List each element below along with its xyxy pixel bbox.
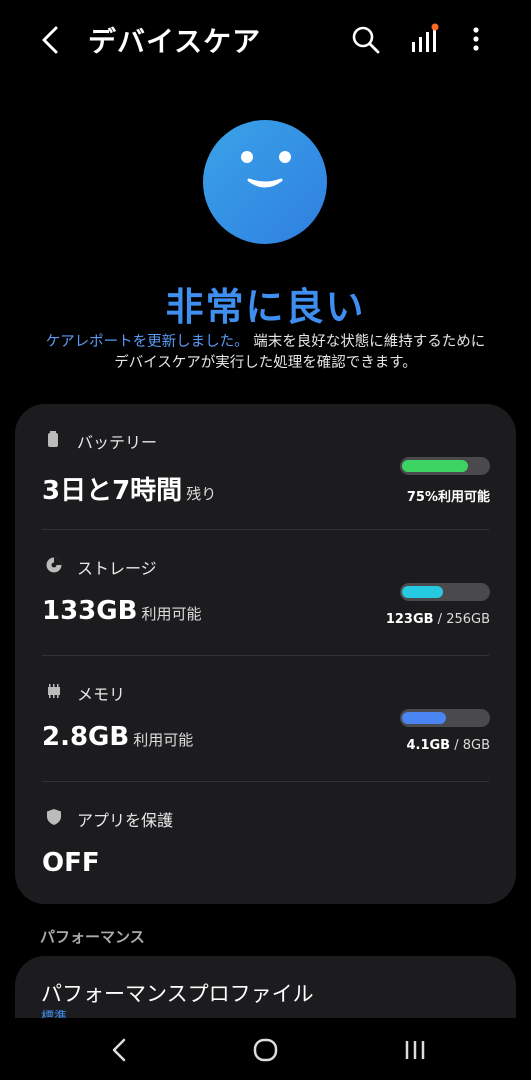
battery-icon (48, 431, 58, 447)
storage-value: 133GB 利用可能 (42, 596, 201, 626)
memory-label: メモリ (77, 685, 126, 704)
memory-unit: 利用可能 (133, 731, 194, 749)
page-title: デバイスケア (88, 25, 262, 58)
storage-bar (400, 583, 490, 601)
storage-label: ストレージ (77, 559, 157, 578)
app-protection-label: アプリを保護 (77, 811, 174, 830)
battery-caption-text: 75%利用可能 (406, 490, 490, 505)
memory-bar-fill (402, 712, 446, 724)
back-arrow-icon[interactable] (36, 22, 68, 58)
shield-icon (47, 809, 61, 825)
storage-bar-fill (402, 586, 444, 598)
storage-used: 123GB (385, 612, 434, 627)
battery-unit: 残り (186, 485, 217, 503)
memory-free: 2.8GB (42, 722, 130, 752)
more-options-icon[interactable] (462, 24, 490, 56)
memory-total: / 8GB (450, 738, 490, 753)
memory-value: 2.8GB 利用可能 (42, 722, 193, 752)
device-status-card: バッテリー 3日と7時間 残り 75%利用可能 ストレージ 133GB 利用可能 1… (15, 404, 516, 904)
nav-back-icon[interactable] (108, 1036, 130, 1064)
battery-time: 3日と7時間 (42, 476, 183, 506)
storage-total: / 256GB (433, 612, 490, 627)
performance-profile-item[interactable]: パフォーマンスプロファイル 標準 (15, 956, 516, 1018)
app-protection-row[interactable]: アプリを保護 OFF (15, 782, 516, 908)
performance-section-header: パフォーマンス (40, 928, 145, 946)
storage-pie-icon (46, 557, 62, 573)
memory-bar (400, 709, 490, 727)
system-nav-bar (0, 1018, 531, 1080)
nav-recents-icon[interactable] (402, 1036, 430, 1064)
performance-profile-value: 標準 (41, 1010, 68, 1018)
storage-caption: 123GB / 256GB (386, 612, 490, 627)
performance-profile-title: パフォーマンスプロファイル (41, 982, 314, 1006)
battery-value: 3日と7時間 残り (42, 470, 216, 507)
storage-unit: 利用可能 (141, 605, 202, 623)
memory-used: 4.1GB (406, 738, 451, 753)
smiley-face-icon (203, 120, 327, 244)
care-report-link[interactable]: ケアレポートを更新しました。 (46, 334, 249, 350)
status-label: 非常に良い (165, 285, 366, 329)
app-protection-value: OFF (42, 848, 100, 878)
storage-free: 133GB (42, 596, 138, 626)
diagnostics-icon[interactable] (408, 22, 440, 56)
battery-bar-fill (402, 460, 468, 472)
battery-bar (400, 457, 490, 475)
status-description: ケアレポートを更新しました。 端末を良好な状態に維持するためにデバイスケアが実行… (40, 332, 491, 374)
memory-row[interactable]: メモリ 2.8GB 利用可能 4.1GB / 8GB (15, 656, 516, 782)
storage-row[interactable]: ストレージ 133GB 利用可能 123GB / 256GB (15, 530, 516, 656)
memory-caption: 4.1GB / 8GB (406, 738, 490, 753)
app-bar: デバイスケア (0, 0, 531, 78)
search-icon[interactable] (350, 24, 382, 56)
nav-home-icon[interactable] (252, 1036, 280, 1064)
battery-row[interactable]: バッテリー 3日と7時間 残り 75%利用可能 (15, 404, 516, 530)
memory-chip-icon (48, 684, 60, 698)
battery-label: バッテリー (77, 433, 158, 452)
battery-caption: 75%利用可能 (407, 486, 490, 505)
